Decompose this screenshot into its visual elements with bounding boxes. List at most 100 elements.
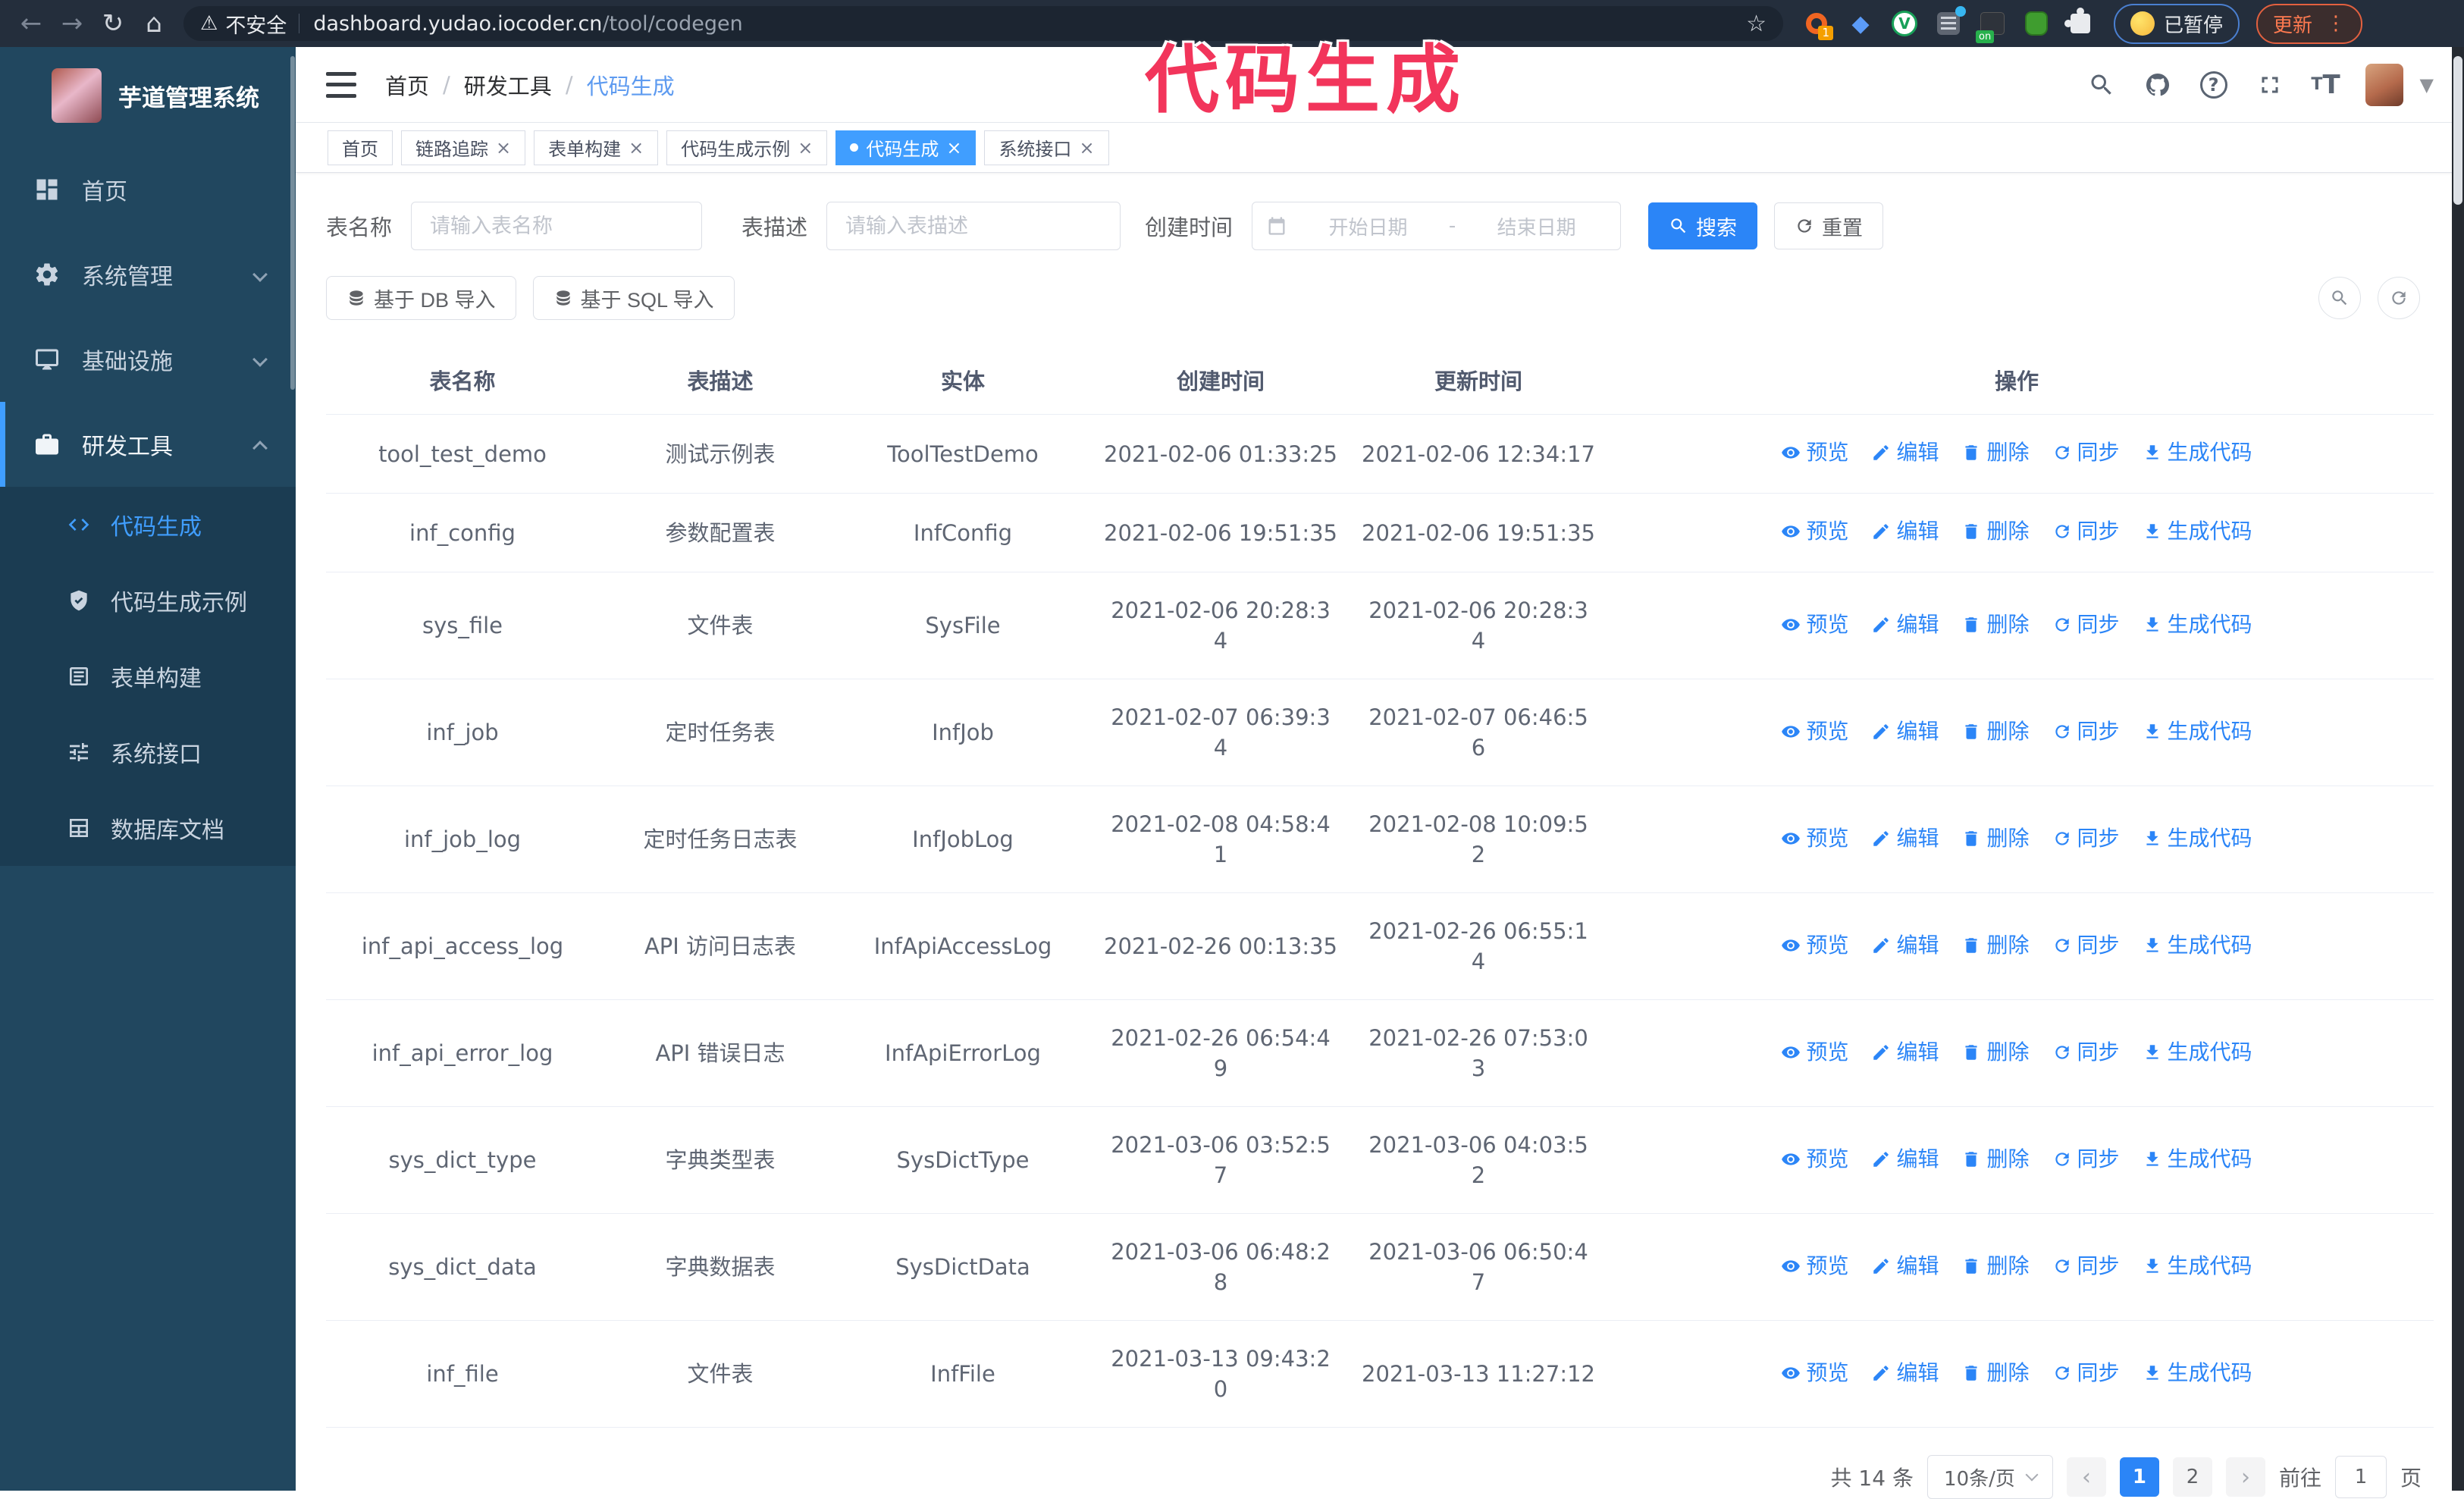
window-scrollbar[interactable] [2452,47,2464,1491]
help-icon[interactable]: ? [2197,68,2230,102]
scrollbar-thumb[interactable] [2453,56,2462,205]
extension-orange-icon[interactable]: 1 [1803,10,1830,37]
breadcrumb-home[interactable]: 首页 [385,69,429,101]
edit-link[interactable]: 编辑 [1871,610,1939,640]
close-icon[interactable]: × [798,139,813,157]
sync-link[interactable]: 同步 [2052,1251,2120,1281]
sync-link[interactable]: 同步 [2052,823,2120,854]
extension-dark-icon[interactable]: on [1979,10,2006,37]
sidebar-subitem-form-builder[interactable]: 表单构建 [0,638,296,714]
table-desc-input[interactable] [826,202,1121,250]
preview-link[interactable]: 预览 [1781,516,1848,547]
browser-forward-button[interactable]: → [52,5,92,42]
avatar[interactable] [2365,64,2403,106]
tab-tracing[interactable]: 链路追踪 × [401,130,525,165]
sidebar-subitem-db-doc[interactable]: 数据库文档 [0,790,296,866]
browser-home-button[interactable]: ⌂ [133,5,174,42]
search-icon[interactable] [2085,68,2118,102]
generate-code-link[interactable]: 生成代码 [2143,516,2252,547]
extension-green-icon[interactable] [2023,10,2050,37]
edit-link[interactable]: 编辑 [1871,516,1939,547]
generate-code-link[interactable]: 生成代码 [2143,610,2252,640]
goto-page-input[interactable] [2335,1456,2387,1498]
app-logo-row[interactable]: 芋道管理系统 [0,47,296,141]
edit-link[interactable]: 编辑 [1871,717,1939,747]
close-icon[interactable]: × [946,139,961,157]
refresh-table-button[interactable] [2378,277,2420,319]
browser-menu-icon[interactable]: ⋮ [2326,12,2346,35]
sync-link[interactable]: 同步 [2052,437,2120,468]
sidebar-scrollbar-thumb[interactable] [290,56,295,390]
sidebar-item-dev-tools[interactable]: 研发工具 [0,402,296,487]
generate-code-link[interactable]: 生成代码 [2143,1251,2252,1281]
generate-code-link[interactable]: 生成代码 [2143,717,2252,747]
tab-form-builder[interactable]: 表单构建 × [534,130,658,165]
extensions-puzzle-icon[interactable] [2067,10,2094,37]
extension-sliders-icon[interactable] [1935,10,1962,37]
tab-codegen-example[interactable]: 代码生成示例 × [666,130,827,165]
generate-code-link[interactable]: 生成代码 [2143,1037,2252,1068]
paused-profile-button[interactable]: 已暂停 [2114,4,2240,44]
sync-link[interactable]: 同步 [2052,1358,2120,1388]
edit-link[interactable]: 编辑 [1871,1251,1939,1281]
tab-codegen[interactable]: 代码生成 × [835,130,976,165]
generate-code-link[interactable]: 生成代码 [2143,823,2252,854]
close-icon[interactable]: × [629,139,644,157]
sync-link[interactable]: 同步 [2052,930,2120,961]
edit-link[interactable]: 编辑 [1871,930,1939,961]
sidebar-item-home[interactable]: 首页 [0,147,296,232]
fullscreen-icon[interactable] [2253,68,2287,102]
tab-home[interactable]: 首页 [328,130,393,165]
sync-link[interactable]: 同步 [2052,717,2120,747]
hamburger-icon[interactable] [326,72,356,98]
browser-reload-button[interactable]: ↻ [92,5,133,42]
extension-gem-icon[interactable]: ◆ [1847,10,1874,37]
generate-code-link[interactable]: 生成代码 [2143,930,2252,961]
prev-page-button[interactable]: ‹ [2067,1457,2106,1497]
generate-code-link[interactable]: 生成代码 [2143,1144,2252,1174]
preview-link[interactable]: 预览 [1781,1251,1848,1281]
preview-link[interactable]: 预览 [1781,930,1848,961]
toggle-search-button[interactable] [2318,277,2361,319]
generate-code-link[interactable]: 生成代码 [2143,1358,2252,1388]
sync-link[interactable]: 同步 [2052,1037,2120,1068]
sidebar-subitem-system-api[interactable]: 系统接口 [0,714,296,790]
preview-link[interactable]: 预览 [1781,610,1848,640]
preview-link[interactable]: 预览 [1781,1144,1848,1174]
next-page-button[interactable]: › [2226,1457,2265,1497]
edit-link[interactable]: 编辑 [1871,1358,1939,1388]
import-db-button[interactable]: 基于 DB 导入 [326,276,516,320]
edit-link[interactable]: 编辑 [1871,1144,1939,1174]
page-button-2[interactable]: 2 [2173,1457,2212,1497]
page-size-select[interactable]: 10条/页 [1927,1455,2053,1499]
delete-link[interactable]: 删除 [1961,516,2029,547]
delete-link[interactable]: 删除 [1961,610,2029,640]
bookmark-star-icon[interactable]: ☆ [1746,11,1766,37]
generate-code-link[interactable]: 生成代码 [2143,437,2252,468]
address-bar[interactable]: ⚠ 不安全 dashboard.yudao.iocoder.cn /tool/c… [183,6,1783,41]
tab-system-api[interactable]: 系统接口 × [984,130,1108,165]
sync-link[interactable]: 同步 [2052,516,2120,547]
search-button[interactable]: 搜索 [1648,202,1757,249]
delete-link[interactable]: 删除 [1961,930,2029,961]
sidebar-subitem-codegen[interactable]: 代码生成 [0,487,296,563]
breadcrumb-dev-tools[interactable]: 研发工具 [464,69,552,101]
close-icon[interactable]: × [1079,139,1094,157]
table-name-input[interactable] [411,202,702,250]
browser-back-button[interactable]: ← [11,5,52,42]
import-sql-button[interactable]: 基于 SQL 导入 [533,276,735,320]
delete-link[interactable]: 删除 [1961,1358,2029,1388]
reset-button[interactable]: 重置 [1774,202,1883,249]
github-icon[interactable] [2141,68,2174,102]
delete-link[interactable]: 删除 [1961,1037,2029,1068]
page-button-1[interactable]: 1 [2120,1457,2159,1497]
edit-link[interactable]: 编辑 [1871,437,1939,468]
edit-link[interactable]: 编辑 [1871,1037,1939,1068]
delete-link[interactable]: 删除 [1961,717,2029,747]
preview-link[interactable]: 预览 [1781,717,1848,747]
font-size-icon[interactable]: TT [2309,68,2343,102]
preview-link[interactable]: 预览 [1781,823,1848,854]
date-range-picker[interactable]: 开始日期 - 结束日期 [1252,202,1621,250]
delete-link[interactable]: 删除 [1961,437,2029,468]
extension-v-icon[interactable]: V [1891,10,1918,37]
